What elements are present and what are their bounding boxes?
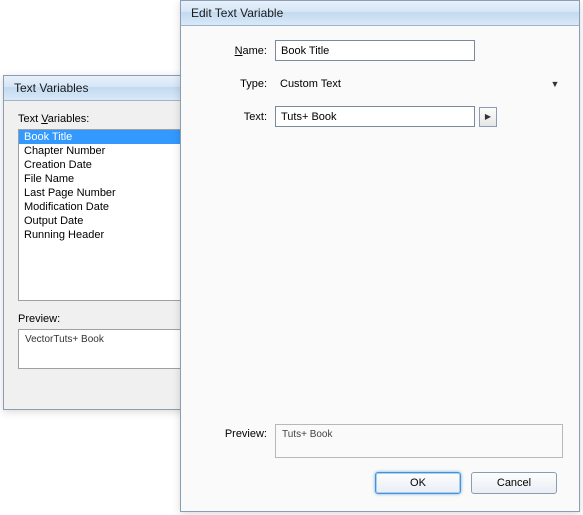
front-preview-box: Tuts+ Book — [275, 424, 563, 458]
text-label: Text: — [219, 111, 275, 123]
name-input[interactable] — [275, 40, 475, 61]
type-label: Type: — [197, 78, 275, 90]
name-label: Name: — [197, 45, 275, 57]
text-input[interactable] — [275, 106, 475, 127]
edit-text-variable-window: Edit Text Variable Name: Type: Custom Te… — [180, 0, 580, 512]
edit-text-variable-titlebar: Edit Text Variable — [181, 1, 579, 26]
text-variables-title: Text Variables — [14, 81, 88, 95]
edit-text-variable-title: Edit Text Variable — [191, 6, 283, 20]
flyout-button[interactable]: ▶ — [479, 107, 497, 127]
front-preview-label: Preview: — [197, 424, 275, 440]
front-preview-value: Tuts+ Book — [282, 429, 333, 440]
chevron-down-icon: ▼ — [547, 79, 563, 89]
type-dropdown[interactable]: Custom Text ▼ — [275, 73, 563, 94]
back-preview-value: VectorTuts+ Book — [25, 334, 104, 345]
type-dropdown-value: Custom Text — [275, 73, 547, 94]
cancel-button[interactable]: Cancel — [471, 472, 557, 494]
ok-button[interactable]: OK — [375, 472, 461, 494]
triangle-right-icon: ▶ — [485, 112, 491, 121]
